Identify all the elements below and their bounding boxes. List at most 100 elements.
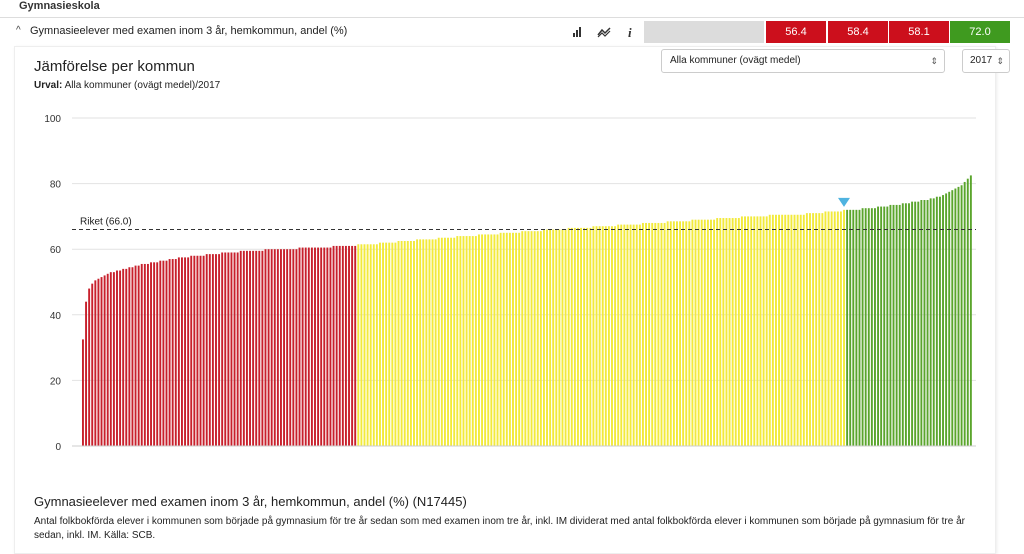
collapse-caret-icon[interactable]: ^ bbox=[16, 25, 21, 36]
trend-chart-icon[interactable] bbox=[595, 23, 613, 41]
bar bbox=[85, 301, 88, 446]
bar bbox=[889, 204, 892, 446]
bar bbox=[348, 245, 350, 446]
bar bbox=[583, 227, 586, 446]
bar bbox=[787, 214, 790, 446]
bar bbox=[258, 250, 261, 446]
highlight-marker-icon bbox=[837, 197, 850, 207]
bar bbox=[784, 214, 787, 446]
bar bbox=[691, 219, 694, 446]
bar bbox=[128, 267, 131, 446]
bar bbox=[171, 259, 174, 446]
bar bbox=[307, 247, 310, 446]
bar bbox=[552, 229, 555, 446]
bar bbox=[577, 227, 579, 446]
bar bbox=[589, 227, 592, 446]
bar bbox=[369, 244, 372, 446]
bar bbox=[815, 213, 818, 446]
bar bbox=[969, 175, 972, 446]
bar bbox=[456, 236, 459, 446]
bar bbox=[227, 252, 230, 446]
bar bbox=[666, 221, 669, 446]
bar bbox=[555, 229, 558, 446]
bar bbox=[409, 241, 412, 446]
bar bbox=[363, 244, 366, 446]
bar bbox=[218, 254, 221, 446]
bar bbox=[685, 221, 688, 446]
bar bbox=[187, 257, 190, 446]
bar bbox=[524, 231, 527, 446]
bar bbox=[468, 236, 471, 446]
bar bbox=[165, 260, 168, 446]
indicator-label[interactable]: Gymnasieelever med examen inom 3 år, hem… bbox=[30, 25, 347, 37]
bar bbox=[700, 219, 703, 446]
bar bbox=[607, 226, 610, 446]
bar bbox=[734, 218, 737, 446]
bar bbox=[818, 213, 821, 446]
bar bbox=[914, 201, 917, 446]
bar bbox=[481, 234, 484, 446]
bar bbox=[960, 185, 963, 446]
footer-description: Antal folkbokförda elever i kommunen som… bbox=[34, 516, 965, 541]
bar bbox=[867, 208, 870, 446]
bar bbox=[567, 227, 570, 446]
bar bbox=[168, 259, 171, 446]
bar bbox=[323, 247, 326, 446]
bar bbox=[252, 250, 255, 446]
bar bbox=[747, 216, 750, 446]
bar bbox=[499, 232, 502, 446]
bar bbox=[270, 249, 273, 446]
bar bbox=[830, 211, 833, 446]
bar bbox=[375, 244, 378, 446]
bar bbox=[623, 224, 626, 446]
bar bbox=[289, 249, 292, 446]
bar bbox=[490, 234, 493, 446]
bar bbox=[440, 237, 443, 446]
bar bbox=[592, 226, 595, 446]
bar bbox=[611, 226, 613, 446]
divider bbox=[0, 17, 1024, 18]
bar bbox=[892, 204, 895, 446]
bar bbox=[94, 280, 97, 446]
bar bbox=[957, 186, 960, 446]
bar bbox=[403, 241, 406, 446]
bar bbox=[836, 211, 839, 446]
selection-value: Alla kommuner (ovägt medel)/2017 bbox=[64, 80, 221, 91]
bar bbox=[208, 254, 211, 446]
bar bbox=[97, 278, 100, 446]
bar bbox=[453, 237, 456, 446]
indicator-row[interactable]: ^ Gymnasieelever med examen inom 3 år, h… bbox=[0, 19, 1010, 44]
bar bbox=[443, 237, 446, 446]
bar bbox=[864, 208, 867, 446]
year-select[interactable]: 2017 ⇕ bbox=[962, 49, 1010, 73]
bar bbox=[935, 196, 938, 446]
bar bbox=[474, 236, 477, 446]
bar bbox=[344, 245, 347, 446]
bar bbox=[728, 218, 731, 446]
bar bbox=[908, 203, 910, 446]
bar bbox=[450, 237, 453, 446]
bar bbox=[434, 239, 437, 446]
info-icon[interactable]: i bbox=[621, 23, 639, 41]
bar bbox=[703, 219, 706, 446]
bar bbox=[929, 198, 932, 446]
bar bbox=[901, 203, 904, 446]
bar bbox=[196, 255, 199, 446]
footer-title: Gymnasieelever med examen inom 3 år, hem… bbox=[34, 494, 467, 509]
bar bbox=[839, 211, 842, 446]
bar bbox=[942, 195, 944, 446]
bar bbox=[459, 236, 462, 446]
bar bbox=[518, 232, 521, 446]
bar bbox=[843, 209, 845, 446]
region-select[interactable]: Alla kommuner (ovägt medel) ⇕ bbox=[661, 49, 945, 73]
bar bbox=[938, 196, 941, 446]
bar bbox=[614, 226, 617, 446]
bar bbox=[255, 250, 258, 446]
bar bbox=[725, 218, 728, 446]
bar bbox=[379, 242, 381, 446]
bar-chart-icon[interactable] bbox=[568, 23, 586, 41]
bar bbox=[406, 241, 409, 446]
bar bbox=[740, 216, 743, 446]
bar bbox=[874, 208, 876, 446]
value-cell-4: 72.0 bbox=[950, 21, 1010, 43]
